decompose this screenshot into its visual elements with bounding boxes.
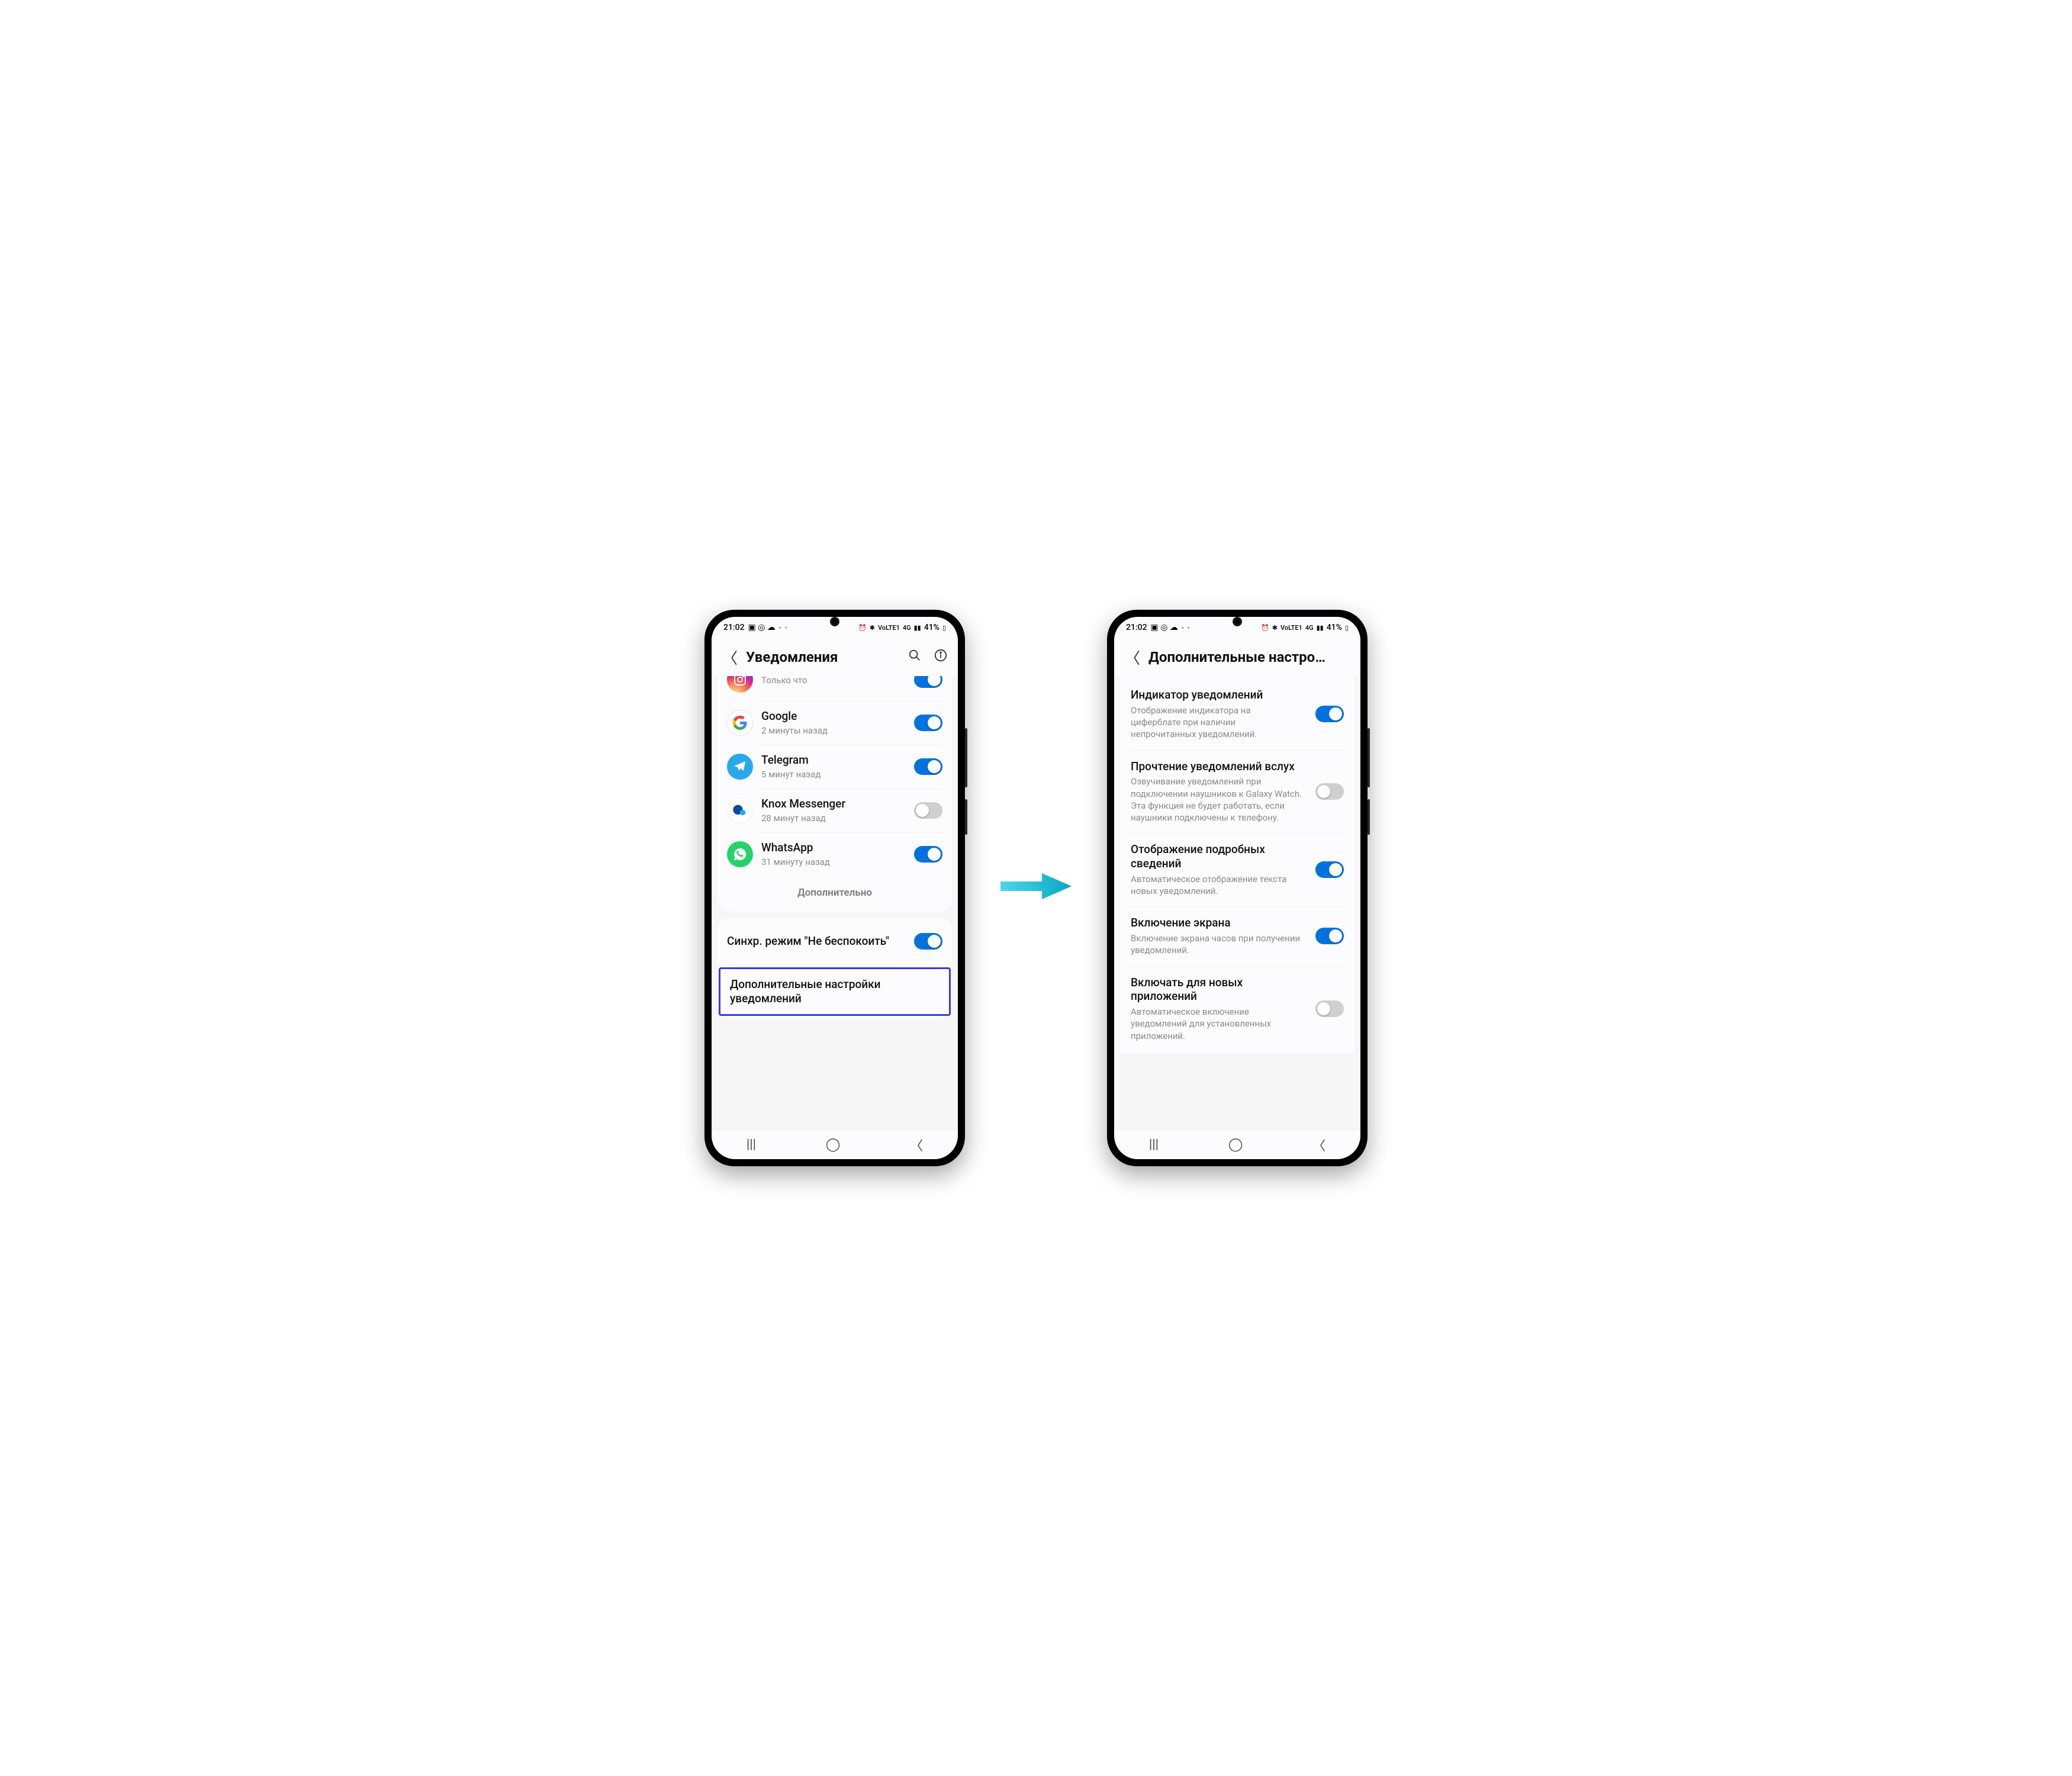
content[interactable]: Индикатор уведомлений Отображение индика… [1114,676,1360,1130]
app-row-whatsapp[interactable]: WhatsApp 31 минуту назад [718,832,952,876]
app-name: Knox Messenger [761,797,906,811]
screen-left: 21:02 ▣ ◎ ☁ ⏰ ✱ VoLTE1 4G ▮▮ 41% ▯ 〈 Уве… [712,617,958,1159]
app-row-telegram[interactable]: Telegram 5 минут назад [718,745,952,789]
nav-recents[interactable]: ||| [1149,1137,1159,1152]
nav-home[interactable]: ◯ [1228,1137,1243,1152]
nav-recents[interactable]: ||| [747,1137,756,1152]
advanced-settings-row[interactable]: Дополнительные настройки уведомлений [719,967,951,1016]
extra-card: Синхр. режим "Не беспокоить" Дополнитель… [718,918,952,1018]
setting-sub: Включение экрана часов при получении уве… [1131,932,1302,957]
telegram-icon [727,754,753,780]
status-icons-left: ▣ ◎ ☁ [1151,623,1178,632]
nav-back[interactable]: 〈 [1312,1135,1325,1154]
navbar: ||| ◯ 〈 [1114,1130,1360,1159]
app-sub: 5 минут назад [761,768,906,780]
app-row-instagram[interactable]: Только что [718,676,952,701]
toggle-telegram[interactable] [914,758,942,775]
app-row-knox[interactable]: Knox Messenger 28 минут назад [718,789,952,832]
setting-indicator[interactable]: Индикатор уведомлений Отображение индика… [1120,678,1354,750]
arrow-icon [1000,860,1072,916]
toggle-indicator[interactable] [1315,706,1344,722]
setting-title: Отображение подробных сведений [1131,842,1302,871]
toggle-sync-dnd[interactable] [914,933,942,950]
screen-right: 21:02 ▣ ◎ ☁ ⏰ ✱ VoLTE1 4G ▮▮ 41% ▯ 〈 Доп… [1114,617,1360,1159]
network-icon: 4G [903,624,911,632]
signal-icon: ▮▮ [914,624,921,632]
setting-title: Индикатор уведомлений [1131,688,1302,702]
toggle-whatsapp[interactable] [914,846,942,863]
setting-sub: Автоматическое включение уведомлений для… [1131,1006,1302,1042]
content[interactable]: Только что Google 2 минуты назад [712,676,958,1130]
battery-icon: ▯ [1345,624,1349,632]
status-time: 21:02 [1126,623,1147,632]
battery-icon: ▯ [942,624,946,632]
search-icon[interactable] [908,649,921,665]
back-button[interactable]: 〈 [1125,646,1140,668]
status-dots [1182,623,1191,632]
setting-title: Включение экрана [1131,916,1302,930]
setting-sub: Озвучивание уведомлений при подключении … [1131,776,1302,823]
status-time: 21:02 [723,623,745,632]
bluetooth-icon: ✱ [1272,624,1278,632]
toggle-screen-on[interactable] [1315,928,1344,944]
header: 〈 Уведомления [712,638,958,676]
app-sub: Только что [761,676,906,686]
instagram-icon [727,676,753,693]
status-icons-left: ▣ ◎ ☁ [748,623,776,632]
app-name: Telegram [761,753,906,767]
battery-pct: 41% [924,623,940,632]
whatsapp-icon [727,841,753,867]
settings-card: Индикатор уведомлений Отображение индика… [1120,676,1354,1054]
setting-screen-on[interactable]: Включение экрана Включение экрана часов … [1120,906,1354,966]
page-title: Дополнительные настро… [1148,649,1350,665]
nav-home[interactable]: ◯ [826,1137,841,1152]
network-icon: 4G [1305,624,1314,632]
apps-card: Только что Google 2 минуты назад [718,676,952,912]
info-icon[interactable] [934,649,947,665]
setting-new-apps[interactable]: Включать для новых приложений Автоматиче… [1120,966,1354,1051]
knox-icon [727,797,753,823]
advanced-title: Дополнительные настройки уведомлений [730,977,940,1006]
back-button[interactable]: 〈 [722,646,738,668]
app-name: Google [761,709,906,723]
sync-title: Синхр. режим "Не беспокоить" [727,934,906,948]
setting-title: Включать для новых приложений [1131,976,1302,1004]
toggle-instagram[interactable] [914,676,942,688]
front-camera [1233,617,1242,626]
setting-details[interactable]: Отображение подробных сведений Автоматич… [1120,833,1354,906]
setting-sub: Автоматическое отображение текста новых … [1131,873,1302,897]
app-sub: 28 минут назад [761,812,906,824]
toggle-details[interactable] [1315,861,1344,878]
volte-icon: VoLTE1 [1280,624,1302,632]
phone-left: 21:02 ▣ ◎ ☁ ⏰ ✱ VoLTE1 4G ▮▮ 41% ▯ 〈 Уве… [704,610,965,1166]
alarm-icon: ⏰ [1261,624,1269,632]
app-sub: 31 минуту назад [761,856,906,868]
app-name: WhatsApp [761,841,906,855]
signal-icon: ▮▮ [1317,624,1324,632]
toggle-google[interactable] [914,715,942,731]
toggle-read-aloud[interactable] [1315,783,1344,800]
more-button[interactable]: Дополнительно [718,876,952,909]
setting-title: Прочтение уведомлений вслух [1131,760,1302,774]
page-title: Уведомления [746,649,895,665]
alarm-icon: ⏰ [858,624,867,632]
setting-read-aloud[interactable]: Прочтение уведомлений вслух Озвучивание … [1120,750,1354,834]
app-row-google[interactable]: Google 2 минуты назад [718,701,952,745]
nav-back[interactable]: 〈 [910,1135,923,1154]
toggle-new-apps[interactable] [1315,1000,1344,1017]
status-dots [779,623,788,632]
volte-icon: VoLTE1 [878,624,900,632]
battery-pct: 41% [1327,623,1342,632]
front-camera [830,617,839,626]
google-icon [727,710,753,736]
navbar: ||| ◯ 〈 [712,1130,958,1159]
sync-dnd-row[interactable]: Синхр. режим "Не беспокоить" [718,920,952,963]
toggle-knox[interactable] [914,802,942,819]
setting-sub: Отображение индикатора на циферблате при… [1131,704,1302,741]
header: 〈 Дополнительные настро… [1114,638,1360,676]
bluetooth-icon: ✱ [870,624,875,632]
phone-right: 21:02 ▣ ◎ ☁ ⏰ ✱ VoLTE1 4G ▮▮ 41% ▯ 〈 Доп… [1107,610,1368,1166]
app-sub: 2 минуты назад [761,725,906,736]
